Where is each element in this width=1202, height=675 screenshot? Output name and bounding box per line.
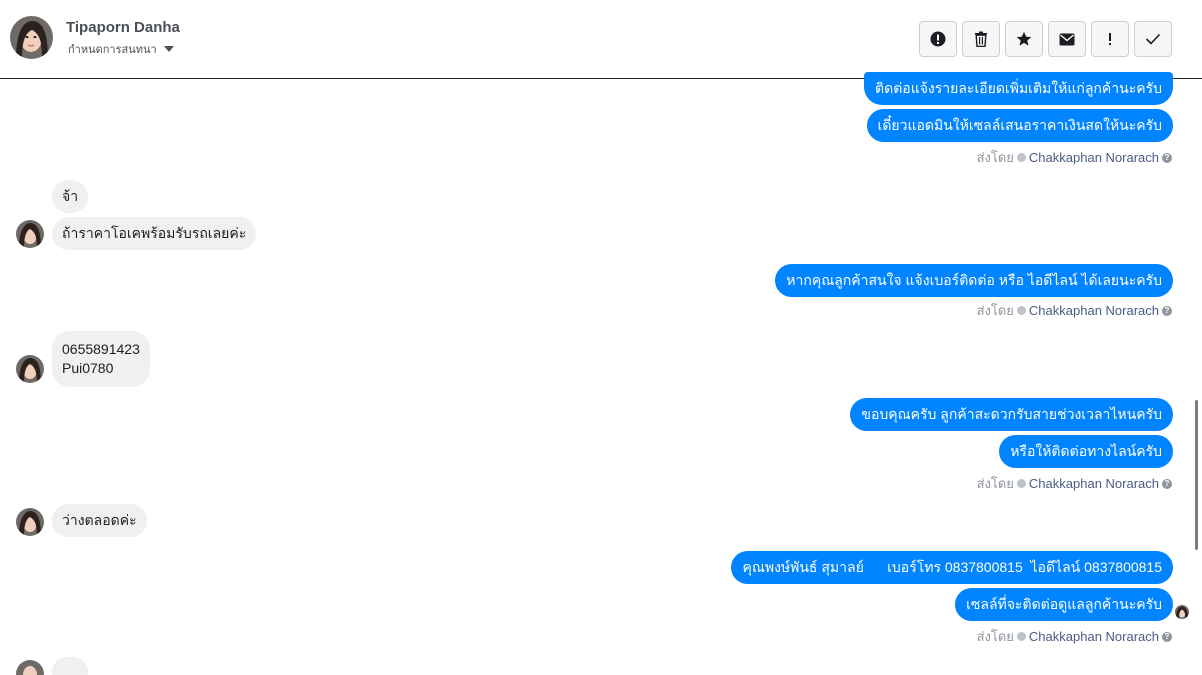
sent-by-author[interactable]: Chakkaphan Norarach (1029, 303, 1159, 318)
verified-icon (1016, 632, 1026, 641)
sent-by-row: ส่งโดย Chakkaphan Norarach ? (977, 473, 1172, 494)
outgoing-message[interactable]: คุณพงษ์พันธ์ สุมาลย์ เบอร์โทร 0837800815… (731, 551, 1173, 584)
outgoing-message[interactable]: หรือให้ติดต่อทางไลน์ครับ (999, 435, 1173, 468)
incoming-message[interactable]: ถ้าราคาโอเคพร้อมรับรถเลยค่ะ (52, 217, 257, 250)
message-line: Pui0780 (62, 360, 114, 376)
contact-avatar-small (16, 355, 44, 383)
verified-icon (1016, 479, 1026, 488)
mark-unread-button[interactable] (1048, 21, 1086, 57)
sent-by-row: ส่งโดย Chakkaphan Norarach ? (977, 147, 1172, 168)
sent-by-author[interactable]: Chakkaphan Norarach (1029, 476, 1159, 491)
contact-avatar-small (16, 508, 44, 536)
incoming-message[interactable]: ว่างตลอดค่ะ (52, 504, 147, 537)
star-icon (1016, 31, 1032, 46)
seen-avatar (1175, 605, 1189, 619)
incoming-message-partial[interactable] (52, 657, 88, 675)
contact-avatar-small (16, 660, 44, 675)
outgoing-message[interactable]: หากคุณลูกค้าสนใจ แจ้งเบอร์ติดต่อ หรือ ไอ… (775, 264, 1173, 297)
caret-down-icon (163, 46, 174, 52)
message-line: 0655891423 (62, 341, 140, 357)
sent-by-label: ส่งโดย (976, 476, 1014, 491)
sent-by-label: ส่งโดย (976, 629, 1014, 644)
scrollbar-thumb[interactable] (1195, 400, 1198, 550)
mark-done-button[interactable] (1134, 21, 1172, 57)
conversation-header: Tipaporn Danha กำหนดการสนทนา (0, 0, 1202, 79)
alert-icon (930, 31, 946, 47)
sent-by-label: ส่งโดย (976, 303, 1014, 318)
star-button[interactable] (1005, 21, 1043, 57)
schedule-label: กำหนดการสนทนา (68, 44, 157, 56)
help-icon[interactable]: ? (1162, 305, 1172, 316)
sent-by-row: ส่งโดย Chakkaphan Norarach ? (977, 626, 1172, 647)
outgoing-message[interactable]: ติดต่อแจ้งรายละเอียดเพิ่มเติมให้แก่ลูกค้… (864, 72, 1173, 105)
contact-avatar[interactable] (10, 16, 53, 59)
incoming-message[interactable]: จ้า (52, 180, 89, 213)
trash-icon (975, 31, 987, 47)
outgoing-message[interactable]: เซลล์ที่จะติดต่อดูแลลูกค้านะครับ (955, 588, 1173, 621)
help-icon[interactable]: ? (1162, 152, 1172, 163)
incoming-message[interactable]: 0655891423 Pui0780 (52, 331, 150, 387)
sent-by-label: ส่งโดย (976, 150, 1014, 165)
sent-by-author[interactable]: Chakkaphan Norarach (1029, 629, 1159, 644)
verified-icon (1016, 306, 1026, 315)
sent-by-author[interactable]: Chakkaphan Norarach (1029, 150, 1159, 165)
help-icon[interactable]: ? (1162, 478, 1172, 489)
contact-name[interactable]: Tipaporn Danha (66, 19, 180, 36)
help-icon[interactable]: ? (1162, 631, 1172, 642)
mark-spam-button[interactable] (919, 21, 957, 57)
conversation-schedule-dropdown[interactable]: กำหนดการสนทนา (68, 40, 174, 58)
conversation-toolbar (919, 21, 1172, 57)
follow-up-button[interactable] (1091, 21, 1129, 57)
exclamation-icon (1109, 33, 1111, 45)
checkmark-icon (1145, 33, 1161, 45)
outgoing-message[interactable]: เดี๋ยวแอดมินให้เซลล์เสนอราคาเงินสดให้นะค… (866, 109, 1173, 142)
sent-by-row: ส่งโดย Chakkaphan Norarach ? (977, 300, 1172, 321)
verified-icon (1016, 153, 1026, 162)
delete-button[interactable] (962, 21, 1000, 57)
envelope-icon (1059, 33, 1075, 45)
contact-avatar-small (16, 220, 44, 248)
outgoing-message[interactable]: ขอบคุณครับ ลูกค้าสะดวกรับสายช่วงเวลาไหนค… (850, 398, 1173, 431)
